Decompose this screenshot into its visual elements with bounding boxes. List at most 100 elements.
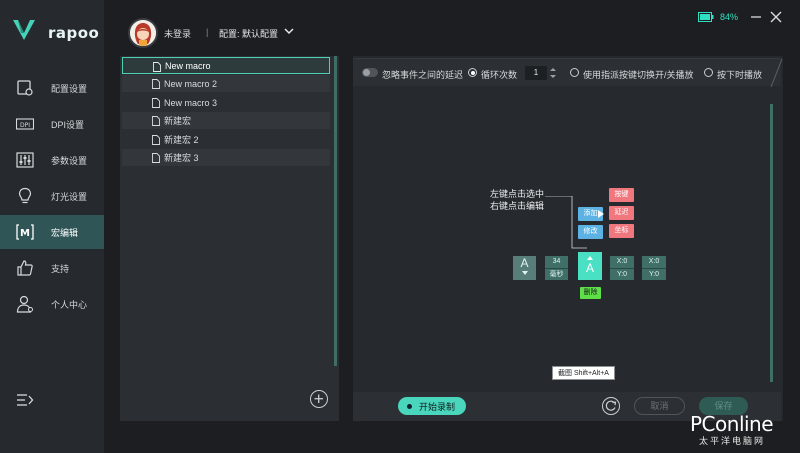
coord-node[interactable]: X:0 Y:0 bbox=[610, 256, 634, 280]
key-node-label: A bbox=[520, 256, 529, 270]
sidebar-item-config[interactable]: 配置设置 bbox=[0, 71, 104, 105]
key-node-label: A bbox=[585, 261, 594, 275]
sidebar-item-label: 灯光设置 bbox=[51, 191, 88, 202]
macro-list-panel: New macro New macro 2 New macro 3 新建宏 新建… bbox=[120, 56, 339, 421]
start-recording-label: 开始录制 bbox=[419, 401, 456, 412]
cancel-button[interactable]: 取消 bbox=[634, 397, 685, 415]
macro-name: New macro bbox=[165, 60, 211, 71]
macro-options-bar: 忽略事件之间的延迟 循环次数 1 使用指派按键切换开/关播放 按下时播放 bbox=[353, 58, 783, 87]
user-icon bbox=[16, 295, 33, 313]
corner-accent bbox=[770, 59, 783, 87]
file-icon bbox=[152, 153, 160, 163]
hint-line-select: 左键点击选中 bbox=[490, 189, 545, 199]
delay-chip: 延迟 bbox=[609, 206, 634, 220]
coord-chip: 坐标 bbox=[609, 224, 634, 238]
close-icon[interactable] bbox=[770, 11, 782, 23]
loop-count-label: 循环次数 bbox=[481, 70, 518, 80]
sidebar-item-label: 宏编辑 bbox=[51, 227, 79, 238]
delay-value: 34 bbox=[545, 256, 568, 269]
hold-play-label: 按下时播放 bbox=[717, 70, 763, 80]
screenshot-tooltip: 截图 Shift+Alt+A bbox=[552, 366, 615, 380]
file-icon bbox=[152, 79, 160, 89]
sliders-icon bbox=[16, 152, 34, 168]
loop-count-input[interactable]: 1 bbox=[525, 66, 547, 80]
reset-button[interactable] bbox=[602, 397, 620, 415]
macro-name: 新建宏 2 bbox=[164, 135, 199, 145]
toggle-play-label: 使用指派按键切换开/关播放 bbox=[583, 70, 694, 80]
add-macro-button[interactable] bbox=[310, 390, 328, 408]
watermark: PConline 太平洋电脑网 bbox=[690, 412, 774, 447]
key-down-arrow-icon bbox=[521, 271, 528, 275]
ignore-delay-toggle[interactable] bbox=[362, 68, 378, 77]
macro-list-item[interactable]: 新建宏 bbox=[122, 112, 330, 129]
sidebar-item-label: DPI设置 bbox=[51, 119, 85, 130]
sidebar-item-macro[interactable]: M 宏编辑 bbox=[0, 215, 104, 249]
watermark-brand: PConline bbox=[690, 412, 774, 436]
sidebar-item-params[interactable]: 参数设置 bbox=[0, 143, 104, 177]
arrow-right-icon bbox=[598, 210, 604, 218]
file-icon bbox=[153, 62, 161, 72]
menu-collapse-icon[interactable] bbox=[16, 392, 34, 408]
macro-list-item[interactable]: New macro 3 bbox=[122, 94, 330, 111]
delay-unit: 毫秒 bbox=[549, 271, 564, 278]
sidebar-item-label: 配置设置 bbox=[51, 83, 88, 94]
file-icon bbox=[152, 135, 160, 145]
macro-list-item[interactable]: New macro bbox=[122, 57, 330, 74]
battery-icon bbox=[698, 12, 714, 22]
sidebar-item-support[interactable]: 支持 bbox=[0, 251, 104, 285]
sidebar-item-label: 个人中心 bbox=[51, 299, 88, 310]
plus-icon bbox=[314, 394, 323, 403]
macro-list-scrollbar[interactable] bbox=[334, 56, 337, 366]
battery-percentage: 84% bbox=[720, 12, 739, 22]
start-recording-button[interactable]: 开始录制 bbox=[398, 397, 466, 415]
sidebar-item-profile[interactable]: 个人中心 bbox=[0, 287, 104, 321]
sidebar-item-label: 参数设置 bbox=[51, 155, 88, 166]
macro-name: New macro 2 bbox=[164, 78, 218, 89]
sidebar: rapoo 配置设置 DPI DPI设置 参数设置 灯光设置 M 宏编辑 支持 … bbox=[0, 0, 104, 453]
key-node[interactable]: A bbox=[513, 256, 536, 280]
editor-hint: 左键点击选中 右键点击编辑 bbox=[490, 188, 544, 212]
key-node-selected[interactable]: A bbox=[578, 252, 602, 280]
modify-chip: 修改 bbox=[578, 225, 603, 239]
coord-y: Y:0 bbox=[616, 271, 628, 278]
rapoo-logo: rapoo bbox=[12, 18, 102, 44]
macro-icon: M bbox=[16, 224, 34, 240]
top-bar: 未登录 | 配置: 默认配置 84% bbox=[104, 0, 800, 56]
sidebar-item-lighting[interactable]: 灯光设置 bbox=[0, 179, 104, 213]
key-chip: 按键 bbox=[609, 188, 634, 202]
avatar[interactable] bbox=[128, 18, 158, 48]
macro-list-item[interactable]: New macro 2 bbox=[122, 75, 330, 92]
macro-name: 新建宏 3 bbox=[164, 153, 199, 163]
divider: | bbox=[206, 27, 209, 37]
file-icon bbox=[152, 116, 160, 126]
macro-name: 新建宏 bbox=[164, 116, 192, 126]
macro-list-item[interactable]: 新建宏 3 bbox=[122, 149, 330, 166]
svg-text:DPI: DPI bbox=[20, 122, 30, 129]
user-name[interactable]: 未登录 bbox=[164, 27, 191, 40]
toggle-play-radio[interactable] bbox=[570, 68, 579, 77]
hint-line-edit: 右键点击编辑 bbox=[490, 201, 545, 211]
record-dot-icon bbox=[407, 403, 412, 409]
config-icon bbox=[17, 80, 33, 96]
coord-x: X:0 bbox=[642, 256, 666, 269]
macro-name: New macro 3 bbox=[164, 97, 218, 108]
minimize-icon[interactable] bbox=[750, 11, 762, 23]
spinner-arrows-icon[interactable] bbox=[549, 66, 557, 80]
sidebar-item-dpi[interactable]: DPI DPI设置 bbox=[0, 107, 104, 141]
thumb-up-icon bbox=[17, 260, 33, 276]
coord-node[interactable]: X:0 Y:0 bbox=[642, 256, 666, 280]
chevron-down-icon[interactable] bbox=[284, 27, 294, 35]
file-icon bbox=[152, 98, 160, 108]
delay-node[interactable]: 34 毫秒 bbox=[545, 256, 568, 280]
editor-scrollbar[interactable] bbox=[770, 104, 773, 382]
delete-chip: 删除 bbox=[580, 287, 601, 299]
watermark-sub: 太平洋电脑网 bbox=[699, 436, 766, 446]
hold-play-radio[interactable] bbox=[704, 68, 713, 77]
dpi-icon: DPI bbox=[16, 118, 34, 130]
macro-list-item[interactable]: 新建宏 2 bbox=[122, 131, 330, 148]
svg-text:M: M bbox=[20, 228, 30, 239]
sidebar-item-label: 支持 bbox=[51, 263, 70, 274]
brand-wordmark: rapoo bbox=[48, 24, 100, 42]
profile-select[interactable]: 配置: 默认配置 bbox=[219, 27, 278, 40]
loop-count-radio[interactable] bbox=[468, 68, 477, 77]
